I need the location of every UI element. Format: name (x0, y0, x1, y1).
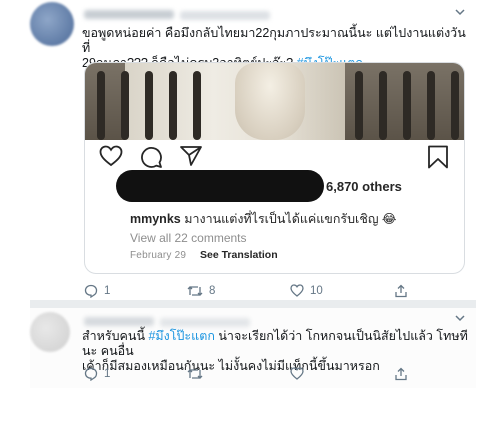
author-name[interactable] (84, 317, 154, 326)
reply-icon (84, 284, 98, 298)
caption-text: มางานแต่งที่ไรเป็นได้แค่แขกรับเชิญ 😂 (184, 212, 397, 226)
tweet-divider (30, 300, 476, 308)
tweet-text-line1: สำหรับคนนี้ #มึงโป๊ะแตก น่าจะเรียกได้ว่า… (82, 329, 468, 358)
like-icon (290, 284, 304, 297)
reply-count: 1 (104, 285, 111, 297)
embed-caption: mmynks มางานแต่งที่ไรเป็นได้แค่แขกรับเชิ… (130, 209, 397, 229)
tweet-actions: 1 8 10 (84, 284, 444, 300)
tweet-share-icon (394, 284, 408, 298)
redaction-mark (116, 170, 324, 202)
tweet-share-button[interactable] (394, 284, 408, 298)
tweet-actions: 1 (84, 367, 444, 383)
tweet[interactable]: ขอพูดหน่อยค่า คือมึงกลับไทยมา22กุมภาประม… (30, 0, 476, 300)
reply-button[interactable]: 1 (84, 284, 110, 298)
like-button[interactable] (290, 367, 304, 380)
share-icon[interactable] (179, 145, 203, 172)
view-comments-link[interactable]: View all 22 comments (130, 231, 247, 245)
embed-actions (99, 145, 451, 169)
caption-username[interactable]: mmynks (130, 212, 181, 226)
hashtag-link[interactable]: #มึงโป๊ะแตก (148, 329, 214, 343)
like-count: 10 (310, 284, 323, 297)
tweet-share-button[interactable] (394, 367, 408, 381)
retweet-icon (187, 367, 203, 381)
author-name[interactable] (84, 10, 174, 19)
avatar[interactable] (30, 2, 74, 46)
retweet-button[interactable] (187, 367, 203, 381)
chevron-down-icon[interactable] (454, 312, 466, 324)
bookmark-icon[interactable] (427, 145, 449, 174)
like-icon (290, 367, 304, 380)
tweet-share-icon (394, 367, 408, 381)
avatar[interactable] (30, 312, 70, 352)
embed-date: February 29 (130, 250, 187, 261)
retweet-button[interactable]: 8 (187, 284, 215, 298)
heart-icon[interactable] (99, 145, 123, 172)
author-meta (180, 11, 270, 20)
likes-count[interactable]: 6,870 others (326, 179, 402, 194)
reply-icon (84, 367, 98, 381)
reply-button[interactable]: 1 (84, 367, 110, 381)
embed-photo[interactable] (85, 63, 464, 140)
author-meta (160, 318, 250, 327)
like-button[interactable]: 10 (290, 284, 323, 297)
tweet-text-line1: ขอพูดหน่อยค่า คือมึงกลับไทยมา22กุมภาประม… (82, 26, 466, 55)
retweet-icon (187, 284, 203, 298)
reply-count: 1 (104, 368, 111, 380)
tweet[interactable]: สำหรับคนนี้ #มึงโป๊ะแตก น่าจะเรียกได้ว่า… (30, 308, 476, 388)
retweet-count: 8 (209, 285, 216, 297)
see-translation-link[interactable]: See Translation (200, 249, 278, 261)
chevron-down-icon[interactable] (454, 6, 466, 18)
